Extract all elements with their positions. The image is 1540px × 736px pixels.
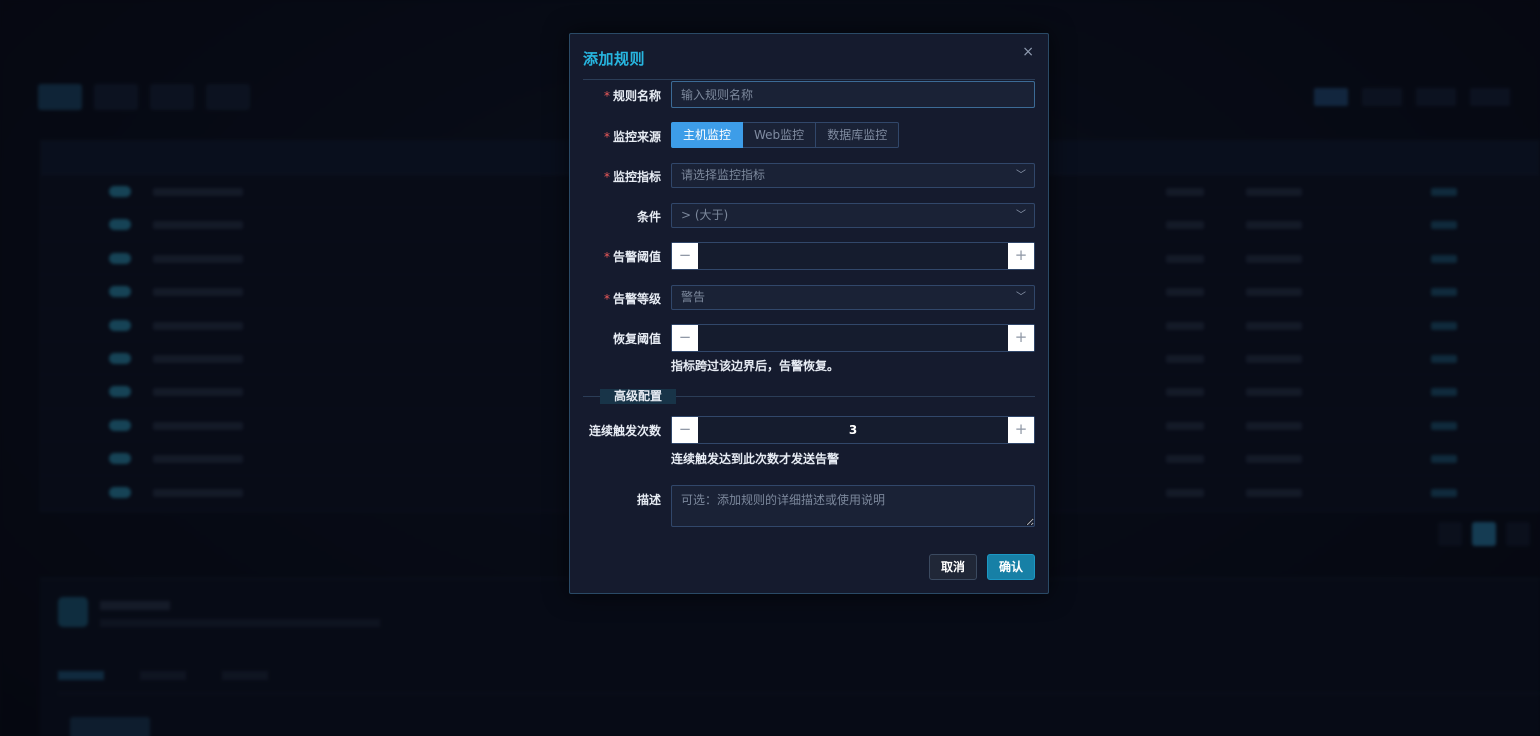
required-mark: * xyxy=(603,292,610,306)
cancel-button[interactable]: 取消 xyxy=(929,554,977,580)
level-select[interactable]: 警告 ﹀ xyxy=(671,285,1035,310)
minus-icon[interactable]: − xyxy=(672,243,698,269)
chevron-down-icon: ﹀ xyxy=(1016,170,1026,181)
required-mark: * xyxy=(603,250,610,264)
recovery-row: 恢复阈值 − + xyxy=(570,324,1048,352)
trigger-count-value[interactable]: 3 xyxy=(698,417,1008,443)
close-icon[interactable]: × xyxy=(1022,44,1034,60)
metric-select-placeholder: 请选择监控指标 xyxy=(681,168,766,182)
plus-icon[interactable]: + xyxy=(1008,417,1034,443)
trigger-count-label: 连续触发次数 xyxy=(588,424,661,438)
threshold-value[interactable] xyxy=(698,243,1008,269)
threshold-label: * 告警阈值 xyxy=(604,248,661,265)
title-divider xyxy=(583,79,1035,80)
source-option-web[interactable]: Web监控 xyxy=(743,122,817,148)
trigger-count-hint: 连续触发达到此次数才发送告警 xyxy=(671,452,840,466)
level-select-value: 警告 xyxy=(681,290,706,304)
metric-label: * 监控指标 xyxy=(604,168,661,185)
source-label: * 监控来源 xyxy=(604,128,661,145)
trigger-count-stepper: − 3 + xyxy=(671,416,1035,444)
add-rule-dialog: 添加规则 × *规则名称 *监控来源 主机监控 Web监控 数据库监控 *监控指… xyxy=(569,33,1049,594)
metric-row: * 监控指标 请选择监控指标 ﹀ xyxy=(570,162,1048,189)
rule-name-label: * 规则名称 xyxy=(604,87,661,104)
source-option-database[interactable]: 数据库监控 xyxy=(816,122,900,148)
condition-label: 条件 xyxy=(636,210,661,224)
condition-row: 条件 > (大于) ﹀ xyxy=(570,202,1048,229)
recovery-value[interactable] xyxy=(698,325,1008,351)
metric-select[interactable]: 请选择监控指标 ﹀ xyxy=(671,163,1035,188)
threshold-label-text: 告警阈值 xyxy=(612,250,661,264)
trigger-count-row: 连续触发次数 − 3 + xyxy=(570,416,1048,444)
threshold-stepper: − + xyxy=(671,242,1035,270)
required-mark: * xyxy=(603,170,610,184)
dialog-title: 添加规则 xyxy=(583,50,646,68)
level-label-text: 告警等级 xyxy=(612,292,661,306)
level-row: * 告警等级 警告 ﹀ xyxy=(570,284,1048,311)
source-segmented-control: 主机监控 Web监控 数据库监控 xyxy=(671,122,900,148)
level-label: * 告警等级 xyxy=(604,290,661,307)
plus-icon[interactable]: + xyxy=(1008,243,1034,269)
rule-name-input[interactable] xyxy=(671,81,1035,108)
source-row: * 监控来源 主机监控 Web监控 数据库监控 xyxy=(570,122,1048,149)
chevron-down-icon: ﹀ xyxy=(1016,292,1026,303)
description-label: 描述 xyxy=(636,493,661,507)
condition-select-value: > (大于) xyxy=(681,208,729,222)
plus-icon[interactable]: + xyxy=(1008,325,1034,351)
minus-icon[interactable]: − xyxy=(672,325,698,351)
rule-name-label-text: 规则名称 xyxy=(612,89,661,103)
description-textarea[interactable] xyxy=(671,485,1035,527)
chevron-down-icon: ﹀ xyxy=(1016,210,1026,221)
recovery-stepper: − + xyxy=(671,324,1035,352)
threshold-row: * 告警阈值 − + xyxy=(570,242,1048,270)
required-mark: * xyxy=(603,130,610,144)
required-mark: * xyxy=(603,89,610,103)
rule-name-row: * 规则名称 xyxy=(570,81,1048,108)
metric-label-text: 监控指标 xyxy=(612,170,661,184)
advanced-section-title: 高级配置 xyxy=(600,389,677,404)
recovery-hint: 指标跨过该边界后，告警恢复。 xyxy=(671,359,840,373)
source-label-text: 监控来源 xyxy=(612,130,661,144)
confirm-button[interactable]: 确认 xyxy=(987,554,1035,580)
condition-select[interactable]: > (大于) ﹀ xyxy=(671,203,1035,228)
recovery-label: 恢复阈值 xyxy=(612,332,661,346)
source-option-host[interactable]: 主机监控 xyxy=(671,122,744,148)
minus-icon[interactable]: − xyxy=(672,417,698,443)
